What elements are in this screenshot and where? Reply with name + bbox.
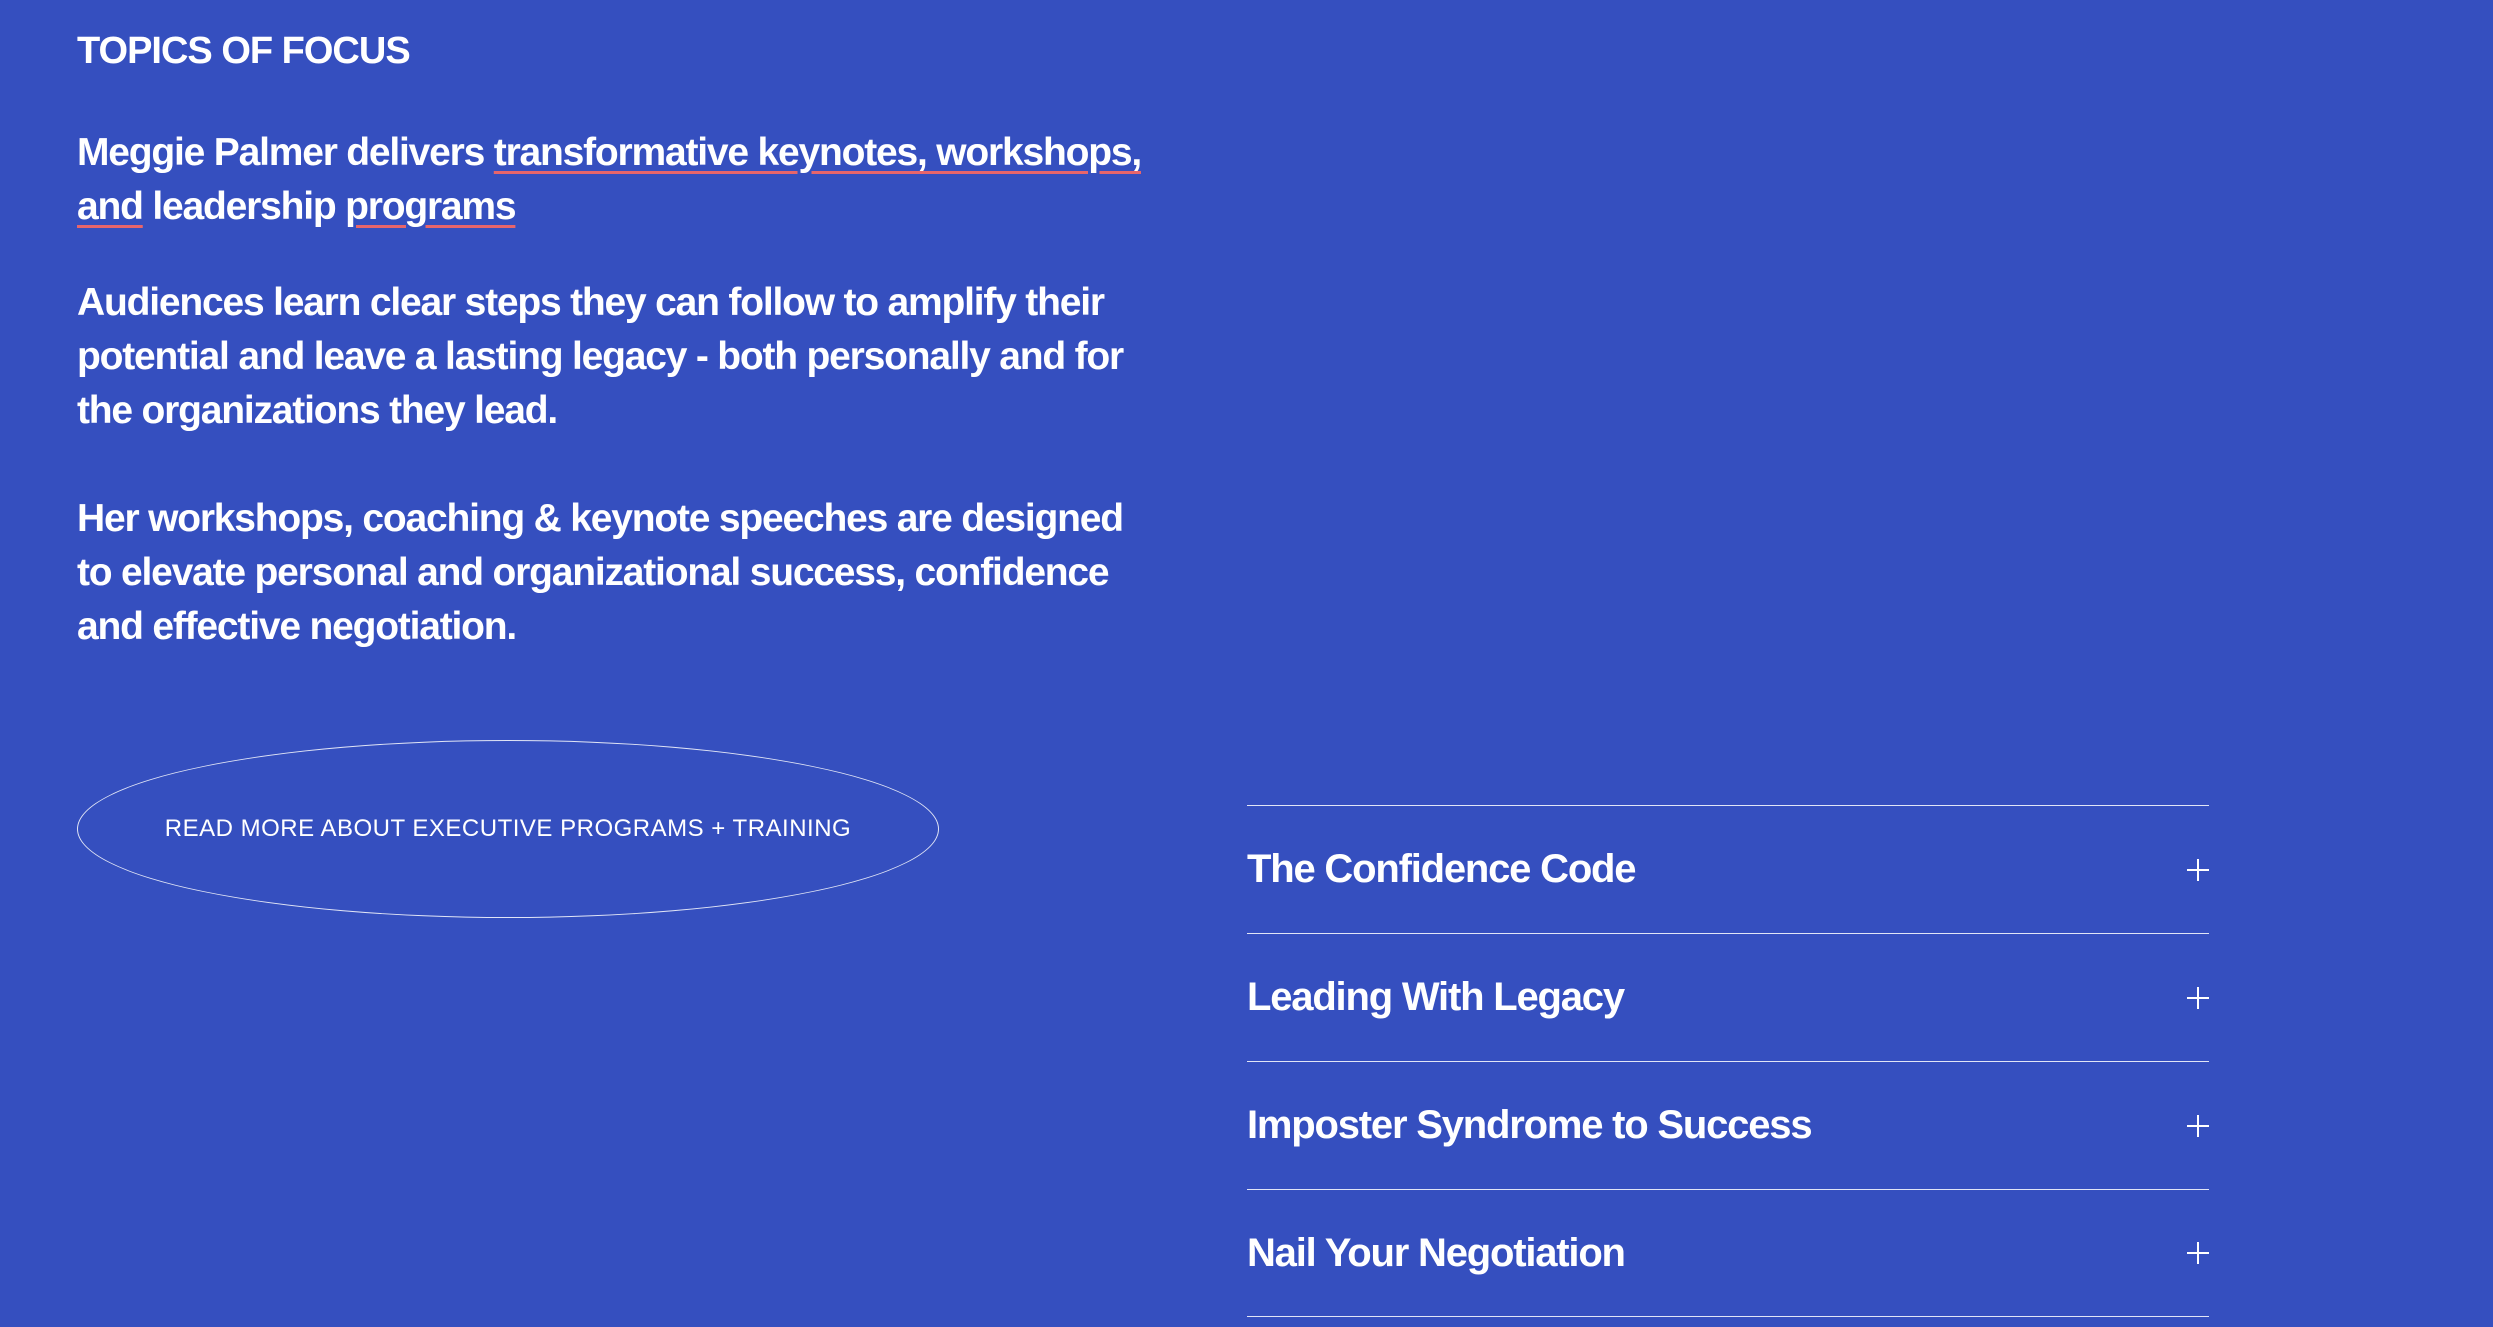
- accordion-title: Imposter Syndrome to Success: [1247, 1103, 1813, 1147]
- accordion-item-confidence-code[interactable]: The Confidence Code: [1247, 805, 2209, 933]
- accordion-title: The Confidence Code: [1247, 847, 1637, 891]
- topics-accordion: The Confidence Code Leading With Legacy …: [1247, 805, 2209, 1317]
- plus-icon[interactable]: [2187, 858, 2209, 881]
- lead-highlight-programs: programs: [345, 185, 516, 228]
- lead-statement: Meggie Palmer delivers transformative ke…: [77, 126, 1167, 234]
- plus-icon[interactable]: [2187, 1242, 2209, 1264]
- workshops-paragraph: Her workshops, coaching & keynote speech…: [77, 497, 1124, 648]
- accordion-title: Leading With Legacy: [1247, 975, 1625, 1019]
- lead-middle: leadership: [142, 185, 346, 228]
- read-more-label: READ MORE ABOUT EXECUTIVE PROGRAMS + TRA…: [164, 815, 852, 842]
- lead-prefix: Meggie Palmer delivers: [77, 131, 494, 174]
- accordion-item-leading-with-legacy[interactable]: Leading With Legacy: [1247, 933, 2209, 1061]
- section-label: TOPICS OF FOCUS: [77, 30, 411, 72]
- read-more-executive-programs-button[interactable]: READ MORE ABOUT EXECUTIVE PROGRAMS + TRA…: [77, 740, 939, 918]
- accordion-item-nail-your-negotiation[interactable]: Nail Your Negotiation: [1247, 1189, 2209, 1317]
- audiences-paragraph: Audiences learn clear steps they can fol…: [77, 281, 1124, 432]
- accordion-item-imposter-syndrome[interactable]: Imposter Syndrome to Success: [1247, 1061, 2209, 1189]
- accordion-title: Nail Your Negotiation: [1247, 1230, 1626, 1275]
- plus-icon[interactable]: [2187, 1114, 2209, 1137]
- plus-icon[interactable]: [2187, 986, 2209, 1009]
